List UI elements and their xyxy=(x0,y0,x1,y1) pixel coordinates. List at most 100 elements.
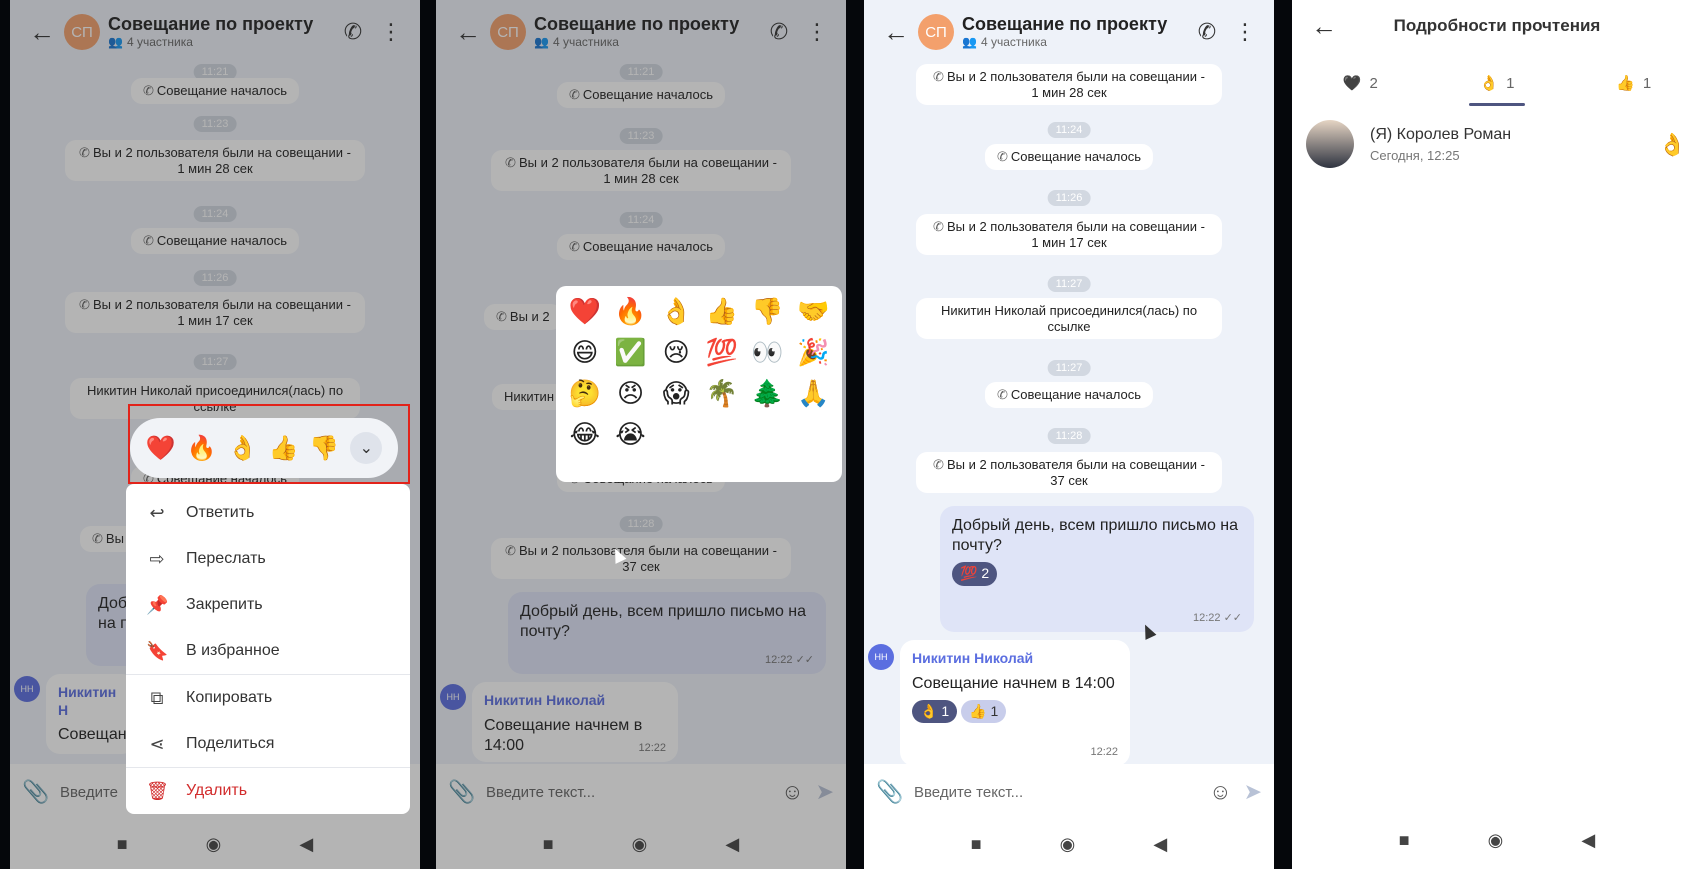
home-icon[interactable]: ◉ xyxy=(1488,830,1504,851)
pin-icon: 📌 xyxy=(146,594,169,615)
message-text: Добрый день, всем пришло письмо на почту… xyxy=(952,517,1239,554)
reaction-thumbs-up[interactable]: 👍 xyxy=(268,434,298,463)
context-menu: ↩ Ответить ⇨ Переслать 📌 Закрепить 🔖 В избра… xyxy=(126,484,410,814)
reaction-emoji: 💯 xyxy=(960,565,978,581)
sender-avatar: НН xyxy=(868,644,894,670)
emoji[interactable]: ✅ xyxy=(608,337,654,368)
emoji[interactable]: 🤝 xyxy=(790,296,836,327)
time-divider: 11:27 xyxy=(1047,360,1091,376)
emoji[interactable]: 👍 xyxy=(699,296,745,327)
tab-emoji: 🖤 xyxy=(1342,75,1362,92)
send-icon[interactable]: ➤ xyxy=(1244,779,1262,805)
time-divider: 11:24 xyxy=(1047,122,1091,138)
back-triangle-icon[interactable]: ◀ xyxy=(1153,834,1167,855)
participants-count: 4 участника xyxy=(980,35,1047,50)
emoji[interactable]: 🤔 xyxy=(562,378,608,409)
quick-reactions-bar: ❤️ 🔥 👌 👍 👎 ⌄ xyxy=(130,418,398,478)
system-message: ✆ Вы и 2 пользователя были на совещании -… xyxy=(916,64,1222,106)
tab-ok[interactable]: 👌 1 xyxy=(1469,60,1525,106)
reaction-heart[interactable]: ❤️ xyxy=(146,434,176,463)
emoji[interactable]: 👎 xyxy=(745,296,791,327)
reaction-user-row[interactable]: (Я) Королев Роман Сегодня, 12:25 👌 xyxy=(1306,118,1686,170)
phone-icon: ✆ xyxy=(933,69,944,84)
emoji[interactable]: 😄 xyxy=(562,337,608,368)
reaction-tabs: 🖤 2 👌 1 👍 1 xyxy=(1292,60,1698,106)
tab-emoji: 👍 xyxy=(1616,75,1635,92)
emoji[interactable]: 🔥 xyxy=(608,296,654,327)
attach-icon[interactable]: 📎 xyxy=(876,779,903,805)
chat-feed[interactable]: ✆ Вы и 2 пользователя были на совещании -… xyxy=(864,64,1274,764)
reaction-chip[interactable]: 👍 1 xyxy=(961,699,1007,723)
menu-item-reply[interactable]: ↩ Ответить xyxy=(126,490,410,536)
forward-icon: ⇨ xyxy=(149,548,165,569)
home-icon[interactable]: ◉ xyxy=(1060,834,1076,855)
bookmark-icon: 🔖 xyxy=(146,640,169,661)
emoji[interactable]: 👀 xyxy=(745,337,791,368)
recents-icon[interactable]: ■ xyxy=(971,834,982,855)
emoji[interactable]: 😭 xyxy=(608,419,654,450)
reaction-chip[interactable]: 💯 2 xyxy=(952,562,998,586)
menu-item-pin[interactable]: 📌 Закрепить xyxy=(126,582,410,628)
copy-icon: ⧉ xyxy=(150,687,164,708)
reaction-emoji: 👍 xyxy=(969,702,987,719)
emoji[interactable]: 😂 xyxy=(562,419,608,450)
expand-reactions-icon[interactable]: ⌄ xyxy=(350,432,383,464)
reply-icon: ↩ xyxy=(149,502,165,523)
sender-name: Никитин Николай xyxy=(912,650,1034,666)
reaction-thumbs-down[interactable]: 👎 xyxy=(309,434,339,463)
share-icon: ⋖ xyxy=(149,733,165,754)
phone-context-menu: ← СП Совещание по проекту 👥 4 участника ✆… xyxy=(10,0,420,869)
phone-icon: ✆ xyxy=(996,387,1008,402)
emoji[interactable]: 😱 xyxy=(653,378,699,409)
emoji[interactable]: ❤️ xyxy=(562,296,608,327)
read-checks-icon: ✓✓ xyxy=(1223,612,1242,625)
emoji[interactable]: 😢 xyxy=(653,337,699,368)
details-title: Подробности прочтения xyxy=(1393,16,1601,35)
reaction-count: 1 xyxy=(941,702,950,719)
incoming-message[interactable]: Никитин Николай Совещание начнем в 14:00… xyxy=(900,640,1130,764)
time-divider: 11:26 xyxy=(1047,190,1091,206)
reaction-count: 2 xyxy=(981,565,990,581)
back-arrow-icon[interactable]: ← xyxy=(874,12,918,52)
emoji[interactable]: 💯 xyxy=(699,337,745,368)
emoji-icon[interactable]: ☺ xyxy=(1209,779,1231,805)
recents-icon[interactable]: ■ xyxy=(1399,830,1410,851)
system-navbar: ■ ◉ ◀ xyxy=(1292,816,1698,865)
system-message: ✆Совещание началось xyxy=(984,382,1154,408)
back-arrow-icon[interactable]: ← xyxy=(1302,6,1346,46)
phone-emoji-picker: ← СП Совещание по проекту 👥 4 участника ✆… xyxy=(436,0,846,869)
phone-icon: ✆ xyxy=(933,457,944,472)
back-triangle-icon[interactable]: ◀ xyxy=(1581,830,1595,851)
menu-item-share[interactable]: ⋖ Поделиться xyxy=(126,721,410,767)
tab-thumbs-up[interactable]: 👍 1 xyxy=(1606,60,1661,106)
emoji[interactable]: 🙏 xyxy=(790,378,836,409)
emoji[interactable]: 🌴 xyxy=(699,378,745,409)
user-avatar xyxy=(1306,120,1354,168)
phone-icon: ✆ xyxy=(933,219,944,234)
emoji[interactable]: 👌 xyxy=(653,296,699,327)
menu-item-copy[interactable]: ⧉ Копировать xyxy=(126,675,410,721)
menu-item-favorite[interactable]: 🔖 В избранное xyxy=(126,628,410,674)
details-header: ← Подробности прочтения xyxy=(1292,0,1698,52)
emoji[interactable]: 🎉 xyxy=(790,337,836,368)
system-message: Никитин Николай присоединился(лась) по с… xyxy=(916,298,1222,340)
reaction-ok[interactable]: 👌 xyxy=(227,434,257,463)
system-message: ✆ Вы и 2 пользователя были на совещании -… xyxy=(916,214,1222,256)
phone-read-details: ← Подробности прочтения 🖤 2 👌 1 👍 1 (Я) Кор… xyxy=(1292,0,1698,869)
composer: 📎 Введите текст... ☺ ➤ xyxy=(864,764,1274,820)
menu-item-forward[interactable]: ⇨ Переслать xyxy=(126,536,410,582)
reaction-chip[interactable]: 👌 1 xyxy=(912,699,958,723)
more-vertical-icon[interactable]: ⋮ xyxy=(1226,13,1264,51)
reaction-fire[interactable]: 🔥 xyxy=(187,434,217,463)
tab-emoji: 👌 xyxy=(1479,75,1499,92)
outgoing-message[interactable]: Добрый день, всем пришло письмо на почту… xyxy=(940,506,1254,632)
tab-heart[interactable]: 🖤 2 xyxy=(1333,60,1388,106)
tab-count: 1 xyxy=(1642,74,1652,92)
emoji[interactable]: 😠 xyxy=(608,378,654,409)
system-message: ✆Совещание началось xyxy=(984,144,1154,170)
menu-item-delete[interactable]: 🗑 Удалить xyxy=(126,768,410,814)
message-input[interactable]: Введите текст... xyxy=(914,784,1197,801)
emoji[interactable]: 🌲 xyxy=(745,378,791,409)
phone-call-icon[interactable]: ✆ xyxy=(1188,13,1226,51)
user-date: Сегодня, 12:25 xyxy=(1370,147,1460,163)
